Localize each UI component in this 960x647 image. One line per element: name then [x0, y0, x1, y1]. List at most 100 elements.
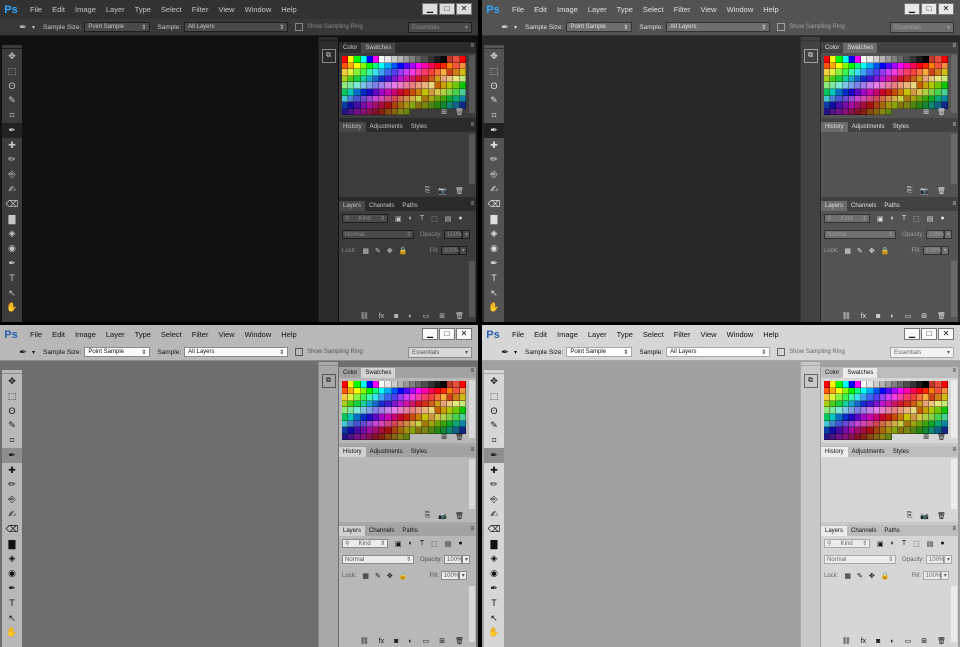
healing-brush-tool-icon[interactable]: ✚ [2, 138, 22, 153]
close-button[interactable]: ✕ [938, 3, 954, 15]
menu-edit[interactable]: Edit [47, 5, 70, 14]
gradient-tool-icon[interactable]: ▇ [484, 212, 504, 227]
history-scrollbar[interactable] [951, 134, 957, 184]
smart-object-filter-icon[interactable]: ▤ [927, 215, 934, 223]
lock-image-icon[interactable]: ✎ [375, 572, 381, 580]
fill-dropdown[interactable]: ▾ [940, 571, 949, 580]
add-mask-icon[interactable]: ◙ [876, 638, 880, 645]
brush-tool-icon[interactable]: ✏ [484, 478, 504, 493]
fill-field[interactable]: 100% [922, 246, 941, 255]
swatch[interactable] [459, 95, 466, 103]
opacity-field[interactable]: 100% [444, 555, 462, 564]
swatch[interactable] [459, 407, 466, 414]
eraser-tool-icon[interactable]: ⌫ [484, 522, 504, 537]
menu-edit[interactable]: Edit [529, 330, 552, 339]
fill-dropdown[interactable]: ▾ [458, 246, 467, 255]
show-sampling-ring-checkbox[interactable] [295, 23, 304, 31]
trash-icon[interactable]: 🗑 [937, 433, 946, 441]
tab-styles[interactable]: Styles [889, 447, 913, 457]
tool-preset-dropdown-icon[interactable]: ▾ [514, 349, 517, 356]
new-swatch-icon[interactable]: ⊞ [923, 433, 929, 441]
lasso-tool-icon[interactable]: ʘ [2, 79, 22, 94]
tab-channels[interactable]: Channels [365, 526, 398, 536]
swatch[interactable] [941, 95, 948, 103]
menu-file[interactable]: File [507, 330, 529, 339]
document-workspace[interactable] [506, 37, 800, 322]
swatch[interactable] [941, 381, 948, 388]
menu-help[interactable]: Help [276, 5, 301, 14]
properties-panel-icon[interactable]: ⧉ [321, 374, 336, 388]
quick-selection-tool-icon[interactable]: ✎ [2, 418, 22, 433]
menu-window[interactable]: Window [722, 330, 759, 339]
trash-icon[interactable]: 🗑 [937, 637, 946, 645]
menu-edit[interactable]: Edit [529, 5, 552, 14]
blend-mode-select[interactable]: Normal ⇕ [342, 555, 414, 564]
panel-menu-icon[interactable]: ≡ [470, 368, 474, 374]
type-filter-icon[interactable]: T [902, 540, 906, 547]
clone-stamp-tool-icon[interactable]: ⎆ [484, 167, 504, 182]
eyedropper-icon[interactable]: ✒ [496, 346, 514, 359]
history-scrollbar[interactable] [469, 134, 475, 184]
swatch[interactable] [941, 69, 948, 76]
tool-preset-dropdown-icon[interactable]: ▾ [32, 349, 35, 356]
pen-tool-icon[interactable]: ✒ [484, 256, 504, 271]
menu-image[interactable]: Image [70, 330, 101, 339]
swatch[interactable] [941, 407, 948, 414]
minimize-button[interactable]: ▁ [422, 3, 438, 15]
blur-tool-icon[interactable]: ◈ [484, 227, 504, 242]
restore-button[interactable]: □ [439, 3, 455, 15]
pen-tool-icon[interactable]: ✒ [2, 581, 22, 596]
tab-history[interactable]: History [821, 447, 848, 457]
menu-select[interactable]: Select [638, 5, 669, 14]
swatch[interactable] [941, 387, 948, 395]
lock-all-icon[interactable]: 🔒 [399, 572, 408, 580]
camera-icon[interactable]: 📷 [920, 187, 929, 195]
swatch[interactable] [941, 75, 948, 83]
tab-styles[interactable]: Styles [407, 447, 431, 457]
eraser-tool-icon[interactable]: ⌫ [2, 197, 22, 212]
fx-icon[interactable]: fx [379, 638, 384, 645]
camera-icon[interactable]: 📷 [920, 512, 929, 520]
new-swatch-icon[interactable]: ⊞ [441, 108, 447, 116]
sample-select[interactable]: All Layers ⇕ [666, 347, 771, 357]
lock-image-icon[interactable]: ✎ [375, 247, 381, 255]
sample-size-select[interactable]: Point Sample ⇕ [84, 22, 151, 32]
lock-all-icon[interactable]: 🔒 [881, 247, 890, 255]
tab-channels[interactable]: Channels [847, 526, 880, 536]
tab-paths[interactable]: Paths [398, 201, 421, 211]
fill-field[interactable]: 100% [440, 246, 459, 255]
tab-layers[interactable]: Layers [821, 526, 848, 536]
type-filter-icon[interactable]: T [902, 215, 906, 222]
blur-tool-icon[interactable]: ◈ [2, 552, 22, 567]
panel-menu-icon[interactable]: ≡ [470, 43, 474, 49]
eyedropper-tool-icon[interactable]: ✒ [2, 447, 22, 463]
properties-panel-icon[interactable]: ⧉ [803, 49, 818, 63]
image-filter-icon[interactable]: ▣ [877, 540, 884, 548]
blend-mode-select[interactable]: Normal ⇕ [824, 230, 896, 239]
menu-type[interactable]: Type [130, 330, 156, 339]
swatch[interactable] [459, 400, 466, 408]
path-selection-tool-icon[interactable]: ↖ [2, 286, 22, 301]
swatch[interactable] [941, 420, 948, 428]
blur-tool-icon[interactable]: ◈ [484, 552, 504, 567]
tab-swatches[interactable]: Swatches [361, 43, 396, 53]
brush-tool-icon[interactable]: ✏ [2, 153, 22, 168]
filter-toggle-icon[interactable]: ● [458, 540, 462, 547]
eyedropper-icon[interactable]: ✒ [496, 21, 514, 34]
clone-stamp-tool-icon[interactable]: ⎆ [484, 492, 504, 507]
lock-all-icon[interactable]: 🔒 [399, 247, 408, 255]
show-sampling-ring-checkbox[interactable] [777, 348, 786, 356]
image-filter-icon[interactable]: ▣ [395, 540, 402, 548]
new-group-icon[interactable]: ▭ [905, 312, 912, 320]
eyedropper-tool-icon[interactable]: ✒ [484, 447, 504, 463]
adjustment-layer-icon[interactable]: ◐ [408, 638, 412, 645]
swatch[interactable] [459, 394, 466, 401]
document-workspace[interactable] [24, 362, 318, 647]
blur-tool-icon[interactable]: ◈ [2, 227, 22, 242]
history-brush-tool-icon[interactable]: ✍ [2, 182, 22, 197]
swatch[interactable] [459, 82, 466, 89]
lock-transparent-icon[interactable]: ▦ [362, 572, 369, 580]
clone-stamp-tool-icon[interactable]: ⎆ [2, 167, 22, 182]
close-button[interactable]: ✕ [938, 328, 954, 340]
show-sampling-ring-checkbox[interactable] [295, 348, 304, 356]
